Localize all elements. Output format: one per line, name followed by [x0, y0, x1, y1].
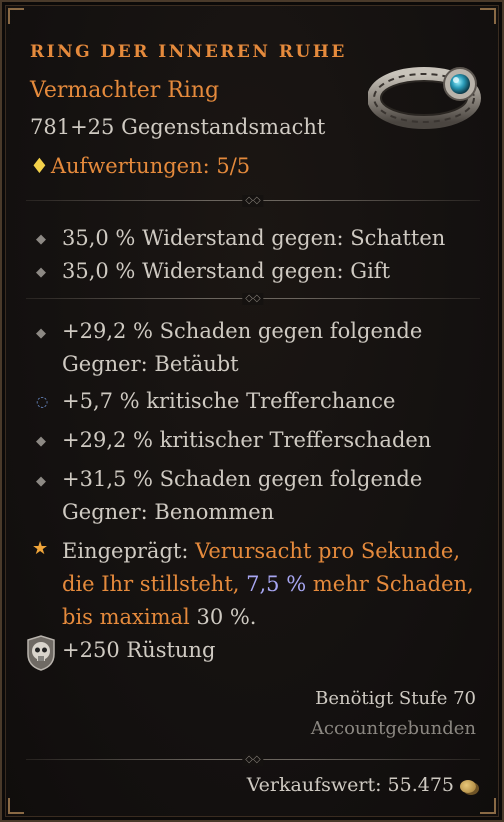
frame-corner: [8, 8, 24, 24]
resistance-poison: 35,0 % Widerstand gegen: Gift: [62, 259, 391, 283]
item-tooltip: RING DER INNEREN RUHE Vermachter Ring 78…: [0, 0, 504, 822]
item-type: Vermachter Ring: [30, 78, 220, 103]
aspect-value: 7,5 %: [246, 572, 307, 596]
armor-value: +250 Rüstung: [62, 638, 216, 662]
sell-value-label: Verkaufswert: 55.475: [246, 774, 454, 796]
account-bound-label: Accountgebunden: [310, 718, 476, 739]
sell-value: Verkaufswert: 55.475: [247, 774, 476, 796]
gold-coin-icon: [460, 779, 476, 793]
small-diamond-bullet-icon: ◆: [36, 434, 46, 449]
diamond-icon: ♦: [30, 154, 49, 178]
affix-damage-stunned: +29,2 % Schaden gegen folgende Gegner: B…: [62, 315, 482, 381]
affix-line: +31,5 % Schaden gegen folgende: [62, 467, 423, 491]
affix-damage-dazed: +31,5 % Schaden gegen folgende Gegner: B…: [62, 463, 482, 529]
affix-line: +29,2 % Schaden gegen folgende: [62, 319, 423, 343]
section-divider: ◇◇: [26, 195, 480, 207]
affix-line: Gegner: Benommen: [62, 500, 275, 524]
affix-crit-chance: +5,7 % kritische Trefferchance: [62, 389, 396, 413]
aspect-text: Verursacht pro Sekunde,: [195, 539, 460, 563]
item-name: RING DER INNEREN RUHE: [30, 42, 347, 62]
aspect-text: mehr Schaden,: [312, 572, 474, 596]
upgrade-label: Aufwertungen: 5/5: [50, 154, 251, 178]
upgrade-count: ♦Aufwertungen: 5/5: [30, 154, 250, 178]
skull-shield-icon: [27, 635, 55, 671]
level-requirement: Benötigt Stufe 70: [315, 688, 476, 709]
resistance-shadow: 35,0 % Widerstand gegen: Schatten: [62, 226, 446, 250]
ring-bullet-icon: ◌: [36, 394, 49, 410]
affix-line: Gegner: Betäubt: [62, 352, 239, 376]
aspect-text: bis maximal: [62, 605, 190, 629]
star-icon: ★: [32, 538, 49, 559]
imprinted-aspect: Eingeprägt: Verursacht pro Sekunde, die …: [62, 535, 482, 634]
ring-image: [368, 67, 481, 129]
section-divider: ◇◇: [26, 754, 480, 766]
section-divider: ◇◇: [26, 293, 480, 305]
item-power: 781+25 Gegenstandsmacht: [30, 115, 326, 139]
frame-corner: [480, 8, 496, 24]
affix-crit-damage: +29,2 % kritischer Trefferschaden: [62, 428, 432, 452]
aspect-text: die Ihr stillsteht,: [62, 572, 240, 596]
small-diamond-bullet-icon: ◆: [36, 232, 46, 247]
frame-corner: [8, 798, 24, 814]
aspect-value: 30 %.: [196, 605, 257, 629]
small-diamond-bullet-icon: ◆: [36, 326, 46, 341]
aspect-label: Eingeprägt:: [62, 539, 189, 563]
frame-corner: [480, 798, 496, 814]
small-diamond-bullet-icon: ◆: [36, 265, 46, 280]
small-diamond-bullet-icon: ◆: [36, 474, 46, 489]
